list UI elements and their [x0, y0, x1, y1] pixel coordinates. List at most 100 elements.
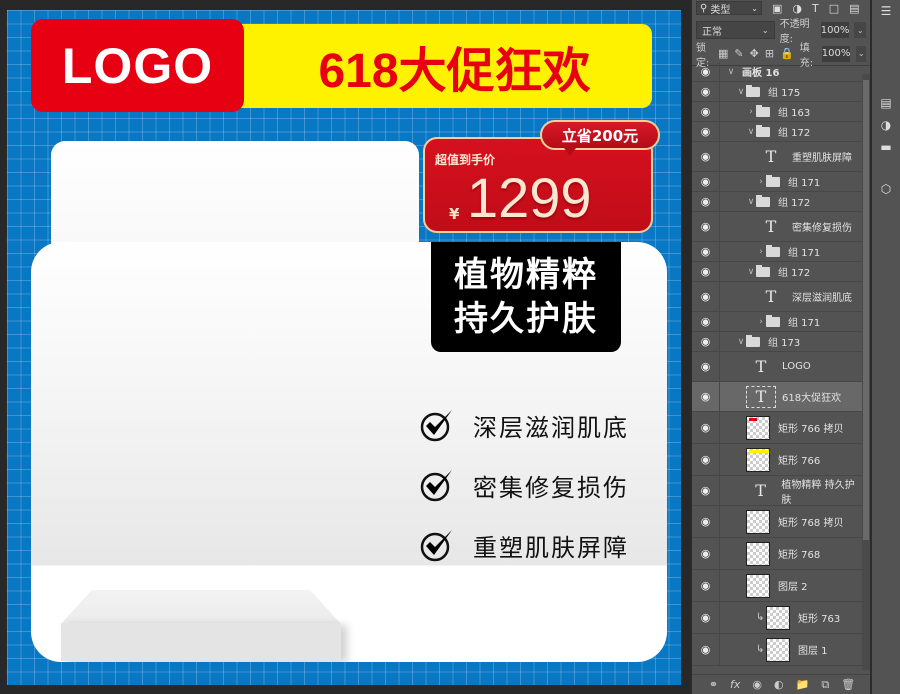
layer-name: 矩形 768: [778, 550, 821, 561]
layer-thumbnail: [746, 573, 770, 598]
folder-icon[interactable]: 📁: [796, 678, 810, 691]
visibility-eye-icon[interactable]: ◉: [692, 332, 720, 351]
layer-row[interactable]: ◉ T LOGO: [692, 352, 864, 382]
layers-panel-icon[interactable]: ☰: [872, 0, 900, 22]
layer-name: LOGO: [782, 361, 811, 372]
fill-dropdown-button[interactable]: ⌄: [856, 45, 866, 62]
layer-row[interactable]: ◉ › 组 171: [692, 172, 864, 192]
mask-icon[interactable]: ◉: [752, 678, 762, 691]
filter-adjustment-icon[interactable]: ◑: [792, 2, 802, 15]
layer-name: 深层滋润肌底: [792, 293, 852, 304]
visibility-eye-icon[interactable]: ◉: [692, 412, 720, 443]
visibility-eye-icon[interactable]: ◉: [692, 476, 720, 505]
layer-row[interactable]: ◉ T 深层滋润肌底: [692, 282, 864, 312]
layers-scrollbar[interactable]: [862, 74, 870, 670]
visibility-eye-icon[interactable]: ◉: [692, 212, 720, 241]
layer-row[interactable]: ◉ ↳ 矩形 763: [692, 602, 864, 634]
chevron-down-icon[interactable]: ∨: [746, 267, 756, 277]
chevron-down-icon[interactable]: ∨: [736, 87, 746, 97]
layer-row[interactable]: ◉ ∨ 组 172: [692, 262, 864, 282]
layer-row[interactable]: ◉ 图层 2: [692, 570, 864, 602]
visibility-eye-icon[interactable]: ◉: [692, 538, 720, 569]
layer-row[interactable]: ◉ T 重塑肌肤屏障: [692, 142, 864, 172]
visibility-eye-icon[interactable]: ◉: [692, 192, 720, 211]
visibility-eye-icon[interactable]: ◉: [692, 172, 720, 191]
visibility-eye-icon[interactable]: ◉: [692, 382, 720, 411]
filter-shape-icon[interactable]: □: [829, 2, 839, 15]
layer-row[interactable]: ◉ ↳ 图层 1: [692, 634, 864, 666]
trash-icon[interactable]: 🗑: [841, 678, 855, 691]
thumbnail-color-mark: [749, 417, 757, 421]
layer-row[interactable]: ◉ 矩形 766 拷贝: [692, 412, 864, 444]
channels-icon[interactable]: ▬: [872, 136, 900, 158]
visibility-eye-icon[interactable]: ◉: [692, 242, 720, 261]
opacity-dropdown-button[interactable]: ⌄: [854, 22, 866, 38]
chevron-down-icon[interactable]: ∨: [736, 337, 746, 347]
layer-row[interactable]: ◉ T 植物精粹 持久护肤: [692, 476, 864, 506]
adjustment-icon[interactable]: ◐: [774, 678, 784, 691]
layer-row[interactable]: ◉ 矩形 768: [692, 538, 864, 570]
visibility-eye-icon[interactable]: ◉: [692, 634, 720, 665]
layer-row[interactable]: ◉ T 618大促狂欢: [692, 382, 864, 412]
visibility-eye-icon[interactable]: ◉: [692, 62, 720, 81]
visibility-eye-icon[interactable]: ◉: [692, 102, 720, 121]
visibility-eye-icon[interactable]: ◉: [692, 122, 720, 141]
visibility-eye-icon[interactable]: ◉: [692, 312, 720, 331]
layer-row[interactable]: ◉ 矩形 766: [692, 444, 864, 476]
canvas-area[interactable]: 618大促狂欢 LOGO 超值到手价 ¥ 1299 立省200元 植物精粹 持久…: [0, 0, 690, 694]
layer-row[interactable]: ◉ 矩形 768 拷贝: [692, 506, 864, 538]
layer-row[interactable]: ◉ ∨ 组 172: [692, 192, 864, 212]
layer-row[interactable]: ◉ › 组 171: [692, 312, 864, 332]
visibility-eye-icon[interactable]: ◉: [692, 444, 720, 475]
layer-row[interactable]: ◉ › 组 171: [692, 242, 864, 262]
folder-icon: [756, 194, 770, 207]
folder-icon: [766, 244, 780, 257]
chevron-right-icon[interactable]: ›: [756, 177, 766, 187]
layer-row[interactable]: ◉ ∨ 画板 16: [692, 62, 864, 82]
layer-row[interactable]: ◉ T 密集修复损伤: [692, 212, 864, 242]
visibility-eye-icon[interactable]: ◉: [692, 506, 720, 537]
lock-artboard-icon[interactable]: ⊞: [765, 47, 774, 60]
fill-input[interactable]: 100%: [821, 45, 851, 62]
chevron-down-icon[interactable]: ∨: [746, 127, 756, 137]
visibility-eye-icon[interactable]: ◉: [692, 82, 720, 101]
chevron-right-icon[interactable]: ›: [756, 317, 766, 327]
chevron-down-icon[interactable]: ∨: [746, 197, 756, 207]
lock-all-icon[interactable]: 🔒: [780, 47, 794, 60]
folder-icon: [746, 84, 760, 97]
filter-text-icon[interactable]: T: [812, 2, 819, 15]
chevron-right-icon[interactable]: ›: [756, 247, 766, 257]
layer-row[interactable]: ◉ › 组 163: [692, 102, 864, 122]
artboard[interactable]: 618大促狂欢 LOGO 超值到手价 ¥ 1299 立省200元 植物精粹 持久…: [7, 10, 681, 685]
properties-icon[interactable]: ▤: [872, 92, 900, 114]
lock-brush-icon[interactable]: ✎: [734, 47, 743, 60]
filter-kind-select[interactable]: ⚲ 类型 ⌄: [696, 1, 762, 16]
link-icon[interactable]: ⚭: [709, 678, 718, 691]
fx-icon[interactable]: fx: [730, 678, 740, 691]
visibility-eye-icon[interactable]: ◉: [692, 352, 720, 381]
text-layer-icon: T: [755, 357, 767, 376]
3d-icon[interactable]: ⬡: [872, 178, 900, 200]
layer-row[interactable]: ◉ ∨ 组 173: [692, 332, 864, 352]
filter-smart-icon[interactable]: ▤: [849, 2, 859, 15]
thumbnail-color-mark: [749, 449, 769, 453]
folder-icon: [766, 174, 780, 187]
lock-transparent-icon[interactable]: ▦: [718, 47, 728, 60]
feature-text: 重塑肌肤屏障: [473, 533, 629, 562]
new-layer-icon[interactable]: ⧉: [821, 678, 829, 692]
layers-scrollbar-thumb[interactable]: [863, 80, 869, 540]
visibility-eye-icon[interactable]: ◉: [692, 262, 720, 281]
chevron-right-icon[interactable]: ›: [746, 107, 756, 117]
layer-row[interactable]: ◉ ∨ 组 172: [692, 122, 864, 142]
blend-mode-select[interactable]: 正常 ⌄: [696, 21, 775, 39]
visibility-eye-icon[interactable]: ◉: [692, 142, 720, 171]
visibility-eye-icon[interactable]: ◉: [692, 602, 720, 633]
adjustments-icon[interactable]: ◑: [872, 114, 900, 136]
layer-row[interactable]: ◉ ∨ 组 175: [692, 82, 864, 102]
opacity-input[interactable]: 100%: [820, 22, 850, 38]
visibility-eye-icon[interactable]: ◉: [692, 282, 720, 311]
lock-move-icon[interactable]: ✥: [750, 47, 759, 60]
visibility-eye-icon[interactable]: ◉: [692, 570, 720, 601]
chevron-down-icon[interactable]: ∨: [726, 67, 736, 77]
filter-pixel-icon[interactable]: ▣: [772, 2, 782, 15]
